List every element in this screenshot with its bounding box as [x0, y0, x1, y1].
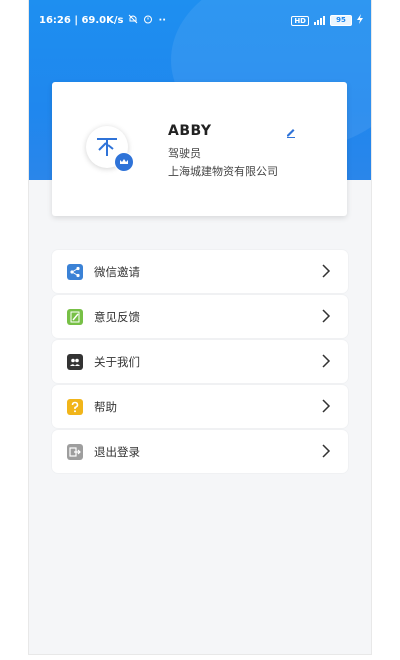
profile-card: ABBY 驾驶员 上海城建物资有限公司	[52, 82, 347, 216]
menu-item-about-us[interactable]: 关于我们	[52, 340, 348, 383]
about-us-icon	[67, 354, 83, 370]
chevron-right-icon	[322, 399, 331, 413]
hd-badge: HD	[291, 15, 309, 26]
menu-item-label: 微信邀请	[94, 265, 140, 279]
crown-badge-icon	[114, 152, 134, 172]
menu-item-label: 退出登录	[94, 445, 140, 459]
alarm-icon	[143, 14, 153, 27]
user-name: ABBY	[168, 123, 212, 139]
share-icon	[67, 264, 83, 280]
menu-item-wechat-invite[interactable]: 微信邀请	[52, 250, 348, 293]
menu-item-label: 意见反馈	[94, 310, 140, 324]
chevron-right-icon	[322, 309, 331, 323]
menu-item-help[interactable]: 帮助	[52, 385, 348, 428]
status-bar: 16:26 | 69.0K/s ·· HD 95	[29, 0, 371, 38]
user-role: 驾驶员	[168, 147, 201, 160]
chevron-right-icon	[322, 444, 331, 458]
help-icon	[67, 399, 83, 415]
app-screen: 16:26 | 69.0K/s ·· HD 95 ABBY 驾驶员 上海城建物资…	[28, 0, 372, 655]
charging-icon	[357, 14, 363, 27]
signal-icon	[314, 16, 325, 25]
battery-icon: 95	[330, 15, 352, 26]
logout-icon	[67, 444, 83, 460]
feedback-icon	[67, 309, 83, 325]
avatar[interactable]	[86, 126, 134, 172]
menu-item-label: 帮助	[94, 400, 117, 414]
status-left: 16:26 | 69.0K/s ··	[39, 14, 166, 27]
chevron-right-icon	[322, 264, 331, 278]
edit-profile-button[interactable]	[284, 124, 298, 138]
more-dots-icon: ··	[158, 14, 167, 26]
chevron-right-icon	[322, 354, 331, 368]
menu-item-label: 关于我们	[94, 355, 140, 369]
pencil-icon	[287, 129, 295, 138]
mute-icon	[128, 14, 138, 27]
status-right: HD 95	[291, 14, 363, 27]
settings-menu: 微信邀请 意见反馈 关于我们 帮助 退出登录	[52, 250, 348, 475]
menu-item-feedback[interactable]: 意见反馈	[52, 295, 348, 338]
menu-item-logout[interactable]: 退出登录	[52, 430, 348, 473]
status-time-speed: 16:26 | 69.0K/s	[39, 15, 124, 26]
user-company: 上海城建物资有限公司	[168, 165, 278, 178]
